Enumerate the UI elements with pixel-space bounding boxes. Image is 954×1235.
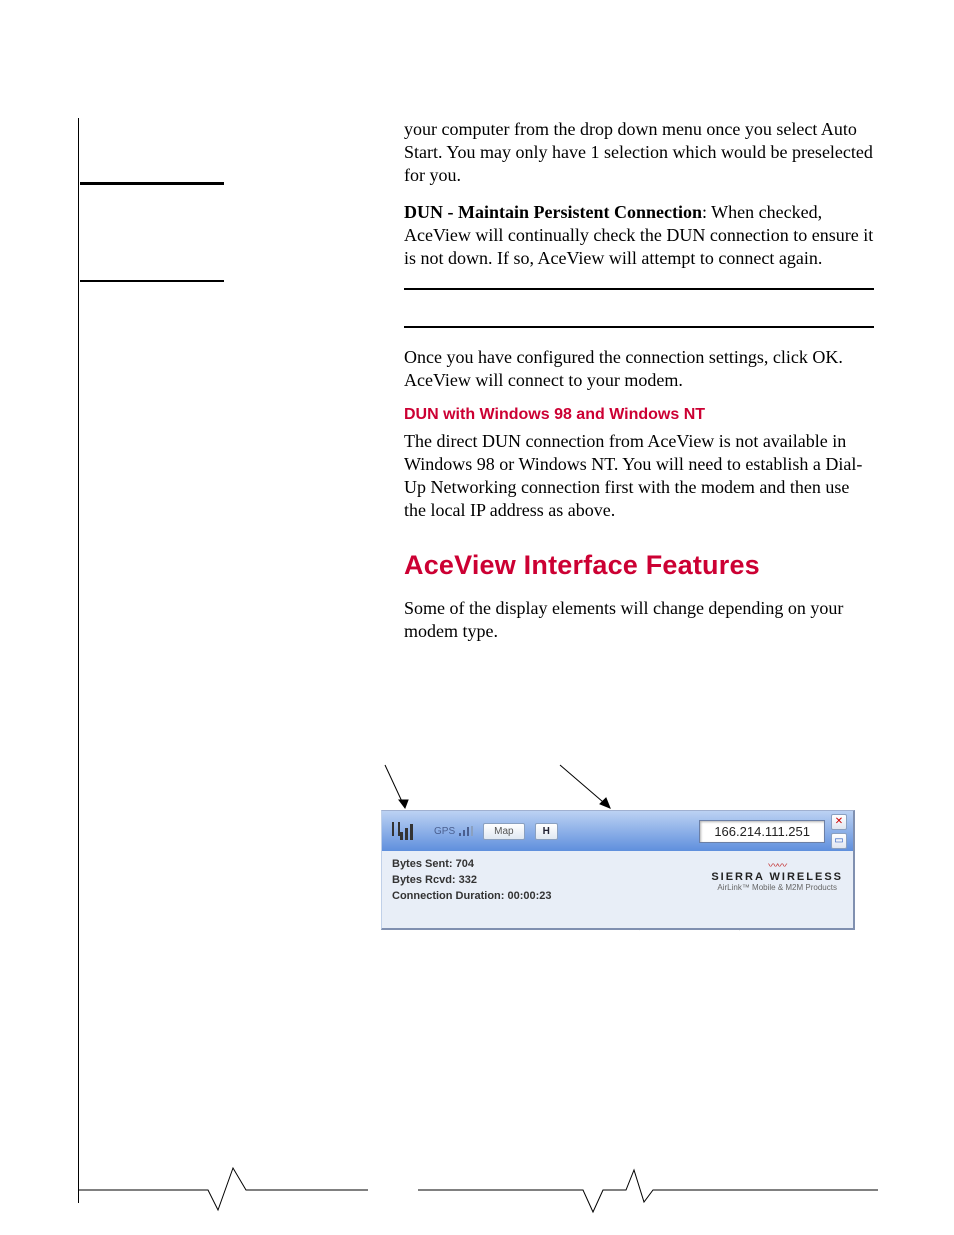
bytes-rcvd-value: 332 [459,874,477,886]
bytes-rcvd-label: Bytes Rcvd: [392,874,456,886]
bytes-rcvd-row: Bytes Rcvd: 332 [392,873,552,889]
conn-duration-row: Connection Duration: 00:00:23 [392,889,552,905]
h-button[interactable]: H [535,823,558,840]
page: your computer from the drop down menu on… [0,0,954,1235]
brand-swoosh-icon: 〰〰 [711,857,843,872]
minimize-button[interactable]: ▭ [831,833,847,849]
dun-label: DUN - Maintain Persistent Connection [404,202,702,222]
dun98-paragraph: The direct DUN connection from AceView i… [404,430,874,522]
section-rule-top [404,288,874,290]
map-button[interactable]: Map [483,823,524,840]
gps-signal-icon [457,824,475,838]
ip-address-field[interactable]: 166.214.111.251 [699,820,825,843]
signal-icon [390,820,414,842]
features-paragraph: Some of the display elements will change… [404,597,874,643]
dun-paragraph: DUN - Maintain Persistent Connection: Wh… [404,201,874,270]
conn-duration-value: 00:00:23 [508,890,552,902]
brand-block: 〰〰 SIERRA WIRELESS AirLink™ Mobile & M2M… [711,857,843,892]
bytes-sent-row: Bytes Sent: 704 [392,857,552,873]
bytes-sent-value: 704 [456,858,474,870]
vertical-rule [78,118,79,1203]
gps-indicator: GPS [434,824,475,838]
connection-stats: Bytes Sent: 704 Bytes Rcvd: 332 Connecti… [392,857,552,905]
bytes-sent-label: Bytes Sent: [392,858,453,870]
aceview-body: Bytes Sent: 704 Bytes Rcvd: 332 Connecti… [382,851,853,909]
brand-subtitle: AirLink™ Mobile & M2M Products [711,883,843,892]
footer-heartbeat-icon [78,1160,878,1220]
brand-name: SIERRA WIRELESS [711,872,843,883]
side-rule-1 [80,182,224,185]
intro-paragraph: your computer from the drop down menu on… [404,118,874,187]
after-rule-paragraph: Once you have configured the connection … [404,346,874,392]
main-heading: AceView Interface Features [404,550,874,581]
section-rule-bottom [404,326,874,328]
side-rule-2 [80,280,224,282]
conn-duration-label: Connection Duration: [392,890,504,902]
main-content: your computer from the drop down menu on… [404,118,874,657]
aceview-toolbar: GPS Map H 166.214.111.251 ✕ ▭ [382,811,853,851]
aceview-window: GPS Map H 166.214.111.251 ✕ ▭ Bytes Sent… [381,810,855,930]
close-button[interactable]: ✕ [831,814,847,830]
dun98-heading: DUN with Windows 98 and Windows NT [404,406,874,424]
gps-label: GPS [434,826,455,837]
window-buttons: ✕ ▭ [831,814,847,849]
